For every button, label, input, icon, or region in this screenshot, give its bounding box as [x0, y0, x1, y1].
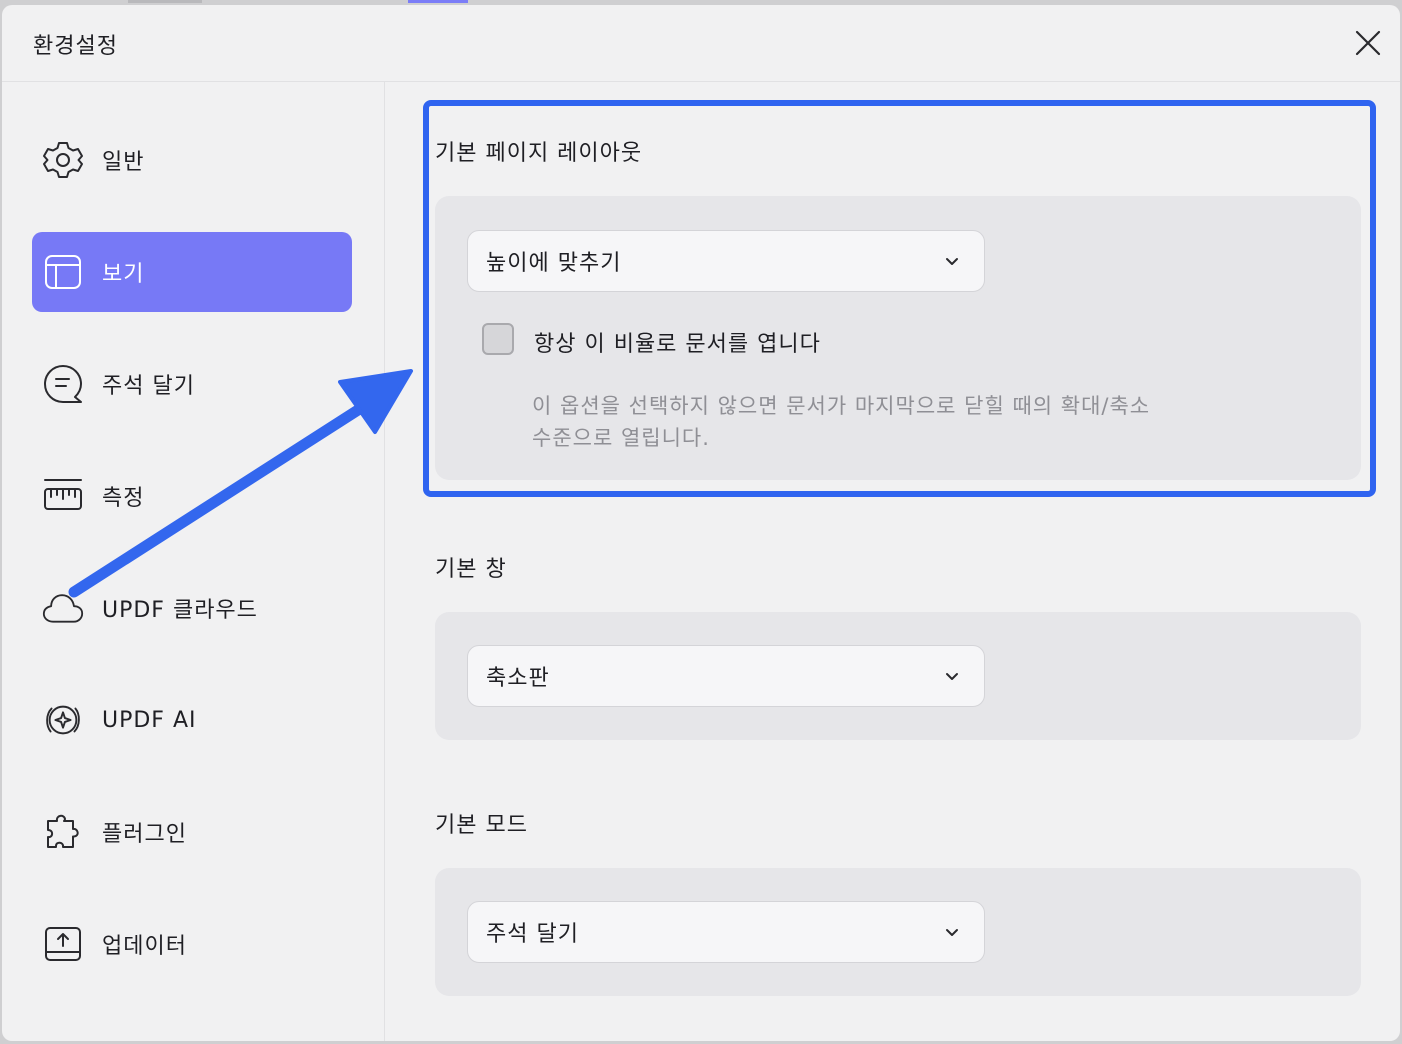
- default-mode-value: 주석 달기: [486, 922, 579, 947]
- default-window-select[interactable]: 축소판: [467, 645, 985, 707]
- hint-line: 수준으로 열립니다.: [532, 426, 710, 450]
- sidebar: 일반 보기 주석 달기 측정 UPDF 클라우드 UPDF AI 플러그인 업데…: [2, 82, 385, 1041]
- dialog-header: 환경설정: [2, 5, 1400, 82]
- update-icon: [42, 923, 84, 965]
- default-mode-select[interactable]: 주석 달기: [467, 901, 985, 963]
- hint-line: 이 옵션을 선택하지 않으면 문서가 마지막으로 닫힐 때의 확대/축소: [532, 394, 1151, 418]
- always-ratio-checkbox[interactable]: [482, 323, 514, 355]
- sidebar-item-label: 업데이터: [102, 934, 187, 959]
- preferences-dialog: 환경설정 일반 보기 주석 달기 측정 UPDF 클라우드 UPDF AI 플러…: [2, 5, 1400, 1041]
- comment-icon: [42, 363, 84, 405]
- chevron-down-icon: [946, 929, 958, 936]
- sidebar-item-ai[interactable]: UPDF AI: [32, 680, 352, 760]
- sidebar-item-label: 측정: [102, 486, 145, 511]
- sidebar-item-updater[interactable]: 업데이터: [32, 904, 352, 984]
- default-mode-card: 주석 달기: [435, 868, 1361, 996]
- layout-icon: [42, 251, 84, 293]
- ruler-icon: [42, 475, 84, 517]
- close-icon[interactable]: [1352, 27, 1384, 59]
- chevron-down-icon: [946, 258, 958, 265]
- default-window-value: 축소판: [486, 666, 550, 691]
- default-window-card: 축소판: [435, 612, 1361, 740]
- sidebar-item-cloud[interactable]: UPDF 클라우드: [32, 568, 352, 648]
- sidebar-item-label: UPDF 클라우드: [102, 598, 258, 623]
- default-mode-title: 기본 모드: [435, 813, 528, 838]
- sidebar-item-label: 플러그인: [102, 822, 187, 847]
- page-layout-value: 높이에 맞추기: [486, 251, 622, 276]
- puzzle-icon: [42, 811, 84, 853]
- sidebar-item-comment[interactable]: 주석 달기: [32, 344, 352, 424]
- ai-sparkle-icon: [42, 699, 84, 741]
- default-window-title: 기본 창: [435, 557, 507, 582]
- page-layout-card: 높이에 맞추기 항상 이 비율로 문서를 엽니다 이 옵션을 선택하지 않으면 …: [435, 196, 1361, 480]
- background-strip: [128, 0, 202, 3]
- gear-icon: [42, 139, 84, 181]
- sidebar-item-measure[interactable]: 측정: [32, 456, 352, 536]
- sidebar-item-label: 일반: [102, 150, 145, 175]
- sidebar-item-label: 보기: [102, 262, 145, 287]
- sidebar-item-general[interactable]: 일반: [32, 120, 352, 200]
- cloud-icon: [42, 587, 84, 629]
- dialog-title: 환경설정: [33, 34, 118, 59]
- background-tab-indicator: [408, 0, 468, 3]
- sidebar-item-view[interactable]: 보기: [32, 232, 352, 312]
- chevron-down-icon: [946, 673, 958, 680]
- main-panel: 기본 페이지 레이아웃 높이에 맞추기 항상 이 비율로 문서를 엽니다 이 옵…: [385, 82, 1400, 1041]
- page-layout-hint: 이 옵션을 선택하지 않으면 문서가 마지막으로 닫힐 때의 확대/축소 수준으…: [532, 390, 1292, 454]
- page-layout-title: 기본 페이지 레이아웃: [435, 141, 643, 166]
- sidebar-item-plugins[interactable]: 플러그인: [32, 792, 352, 872]
- page-layout-select[interactable]: 높이에 맞추기: [467, 230, 985, 292]
- sidebar-item-label: UPDF AI: [102, 707, 197, 733]
- sidebar-item-label: 주석 달기: [102, 374, 195, 399]
- always-ratio-label: 항상 이 비율로 문서를 엽니다: [534, 332, 821, 357]
